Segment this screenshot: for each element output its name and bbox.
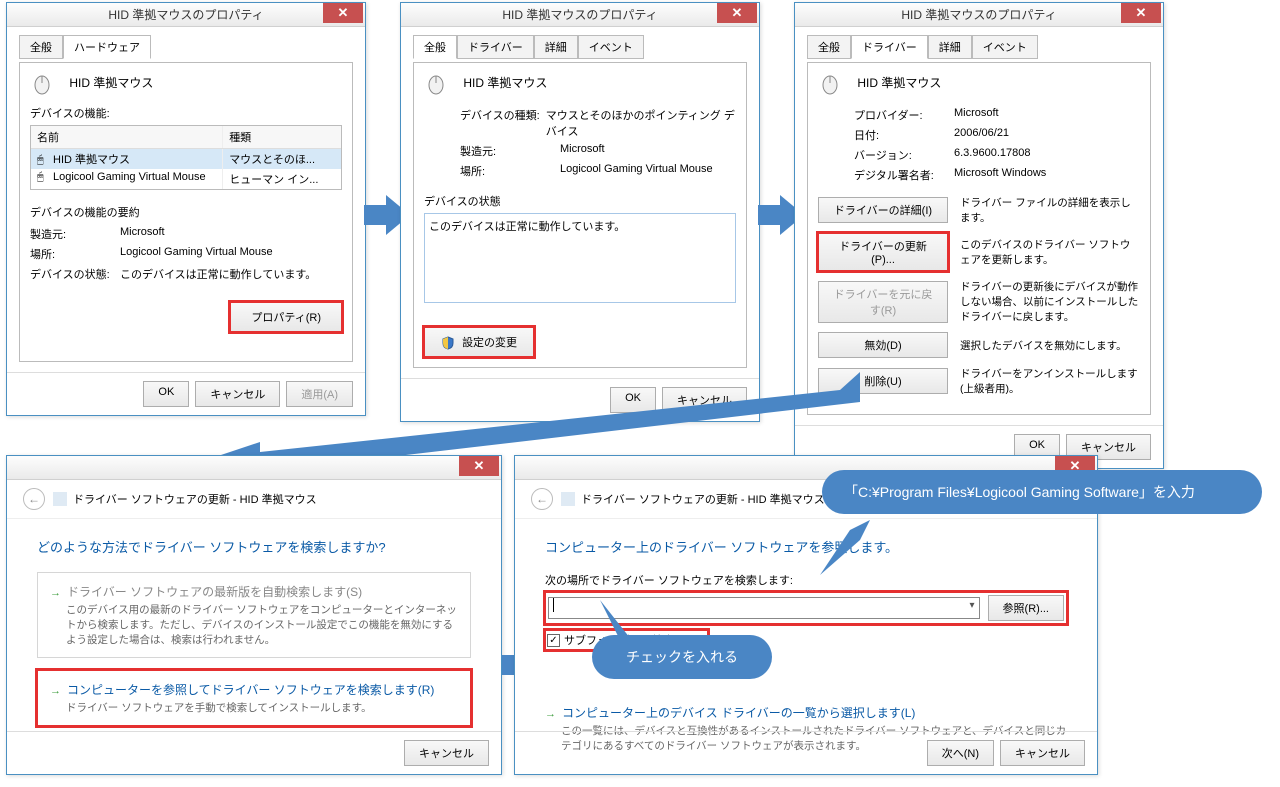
driver-rollback-button: ドライバーを元に戻す(R)	[818, 281, 948, 323]
wizard-question: どのような方法でドライバー ソフトウェアを検索しますか?	[37, 537, 471, 556]
callout-path-input: 「C:¥Program Files¥Logicool Gaming Softwa…	[822, 470, 1262, 514]
mouse-icon	[818, 73, 846, 95]
col-header-type[interactable]: 種類	[223, 126, 341, 148]
device-small-icon: 🖱	[37, 171, 51, 183]
tab-general[interactable]: 全般	[19, 35, 63, 59]
tab-driver[interactable]: ドライバー	[851, 35, 928, 59]
wizard-header: ドライバー ソフトウェアの更新 - HID 準拠マウス	[73, 491, 317, 507]
shield-icon	[441, 336, 455, 350]
device-name: HID 準拠マウス	[69, 76, 153, 90]
properties-window-1: HID 準拠マウスのプロパティ 全般 ハードウェア HID 準拠マウス デバイス…	[6, 2, 366, 416]
mouse-small-icon: 🖱	[37, 154, 51, 166]
mouse-icon	[424, 73, 452, 95]
device-functions-label: デバイスの機能:	[30, 105, 342, 121]
tab-general[interactable]: 全般	[413, 35, 457, 59]
driver-update-wizard-1: ドライバー ソフトウェアの更新 - HID 準拠マウス どのような方法でドライバ…	[6, 455, 502, 775]
option-browse-computer[interactable]: →コンピューターを参照してドライバー ソフトウェアを検索します(R) ドライバー…	[37, 670, 471, 726]
driver-update-button[interactable]: ドライバーの更新(P)...	[818, 233, 948, 271]
wizard-heading: コンピューター上のドライバー ソフトウェアを参照します。	[545, 537, 1067, 556]
close-icon[interactable]	[323, 3, 363, 23]
tab-events[interactable]: イベント	[578, 35, 644, 59]
ok-button[interactable]: OK	[143, 381, 189, 407]
tab-details[interactable]: 詳細	[928, 35, 972, 59]
table-row[interactable]: 🖱Logicool Gaming Virtual Mouse ヒューマン イン.…	[31, 169, 341, 189]
wizard-icon	[561, 492, 575, 506]
callout-tail	[600, 600, 640, 643]
cancel-button[interactable]: キャンセル	[1000, 740, 1085, 766]
arrow-right-icon: →	[50, 685, 61, 697]
change-settings-button[interactable]: 設定の変更	[424, 327, 534, 357]
wizard-icon	[53, 492, 67, 506]
arrow-right-icon: →	[545, 708, 556, 720]
titlebar	[7, 456, 501, 480]
close-icon[interactable]	[717, 3, 757, 23]
window-title: HID 準拠マウスのプロパティ	[7, 6, 365, 23]
tab-driver[interactable]: ドライバー	[457, 35, 534, 59]
driver-disable-button[interactable]: 無効(D)	[818, 332, 948, 358]
back-button[interactable]	[531, 488, 553, 510]
checkbox-icon: ✓	[547, 634, 560, 647]
titlebar: HID 準拠マウスのプロパティ	[795, 3, 1163, 27]
titlebar: HID 準拠マウスのプロパティ	[401, 3, 759, 27]
device-name: HID 準拠マウス	[463, 76, 547, 90]
next-button[interactable]: 次へ(N)	[927, 740, 994, 766]
window-title: HID 準拠マウスのプロパティ	[795, 6, 1163, 23]
mouse-icon	[30, 73, 58, 95]
tab-details[interactable]: 詳細	[534, 35, 578, 59]
properties-button[interactable]: プロパティ(R)	[230, 302, 342, 332]
table-row[interactable]: 🖱HID 準拠マウス マウスとそのほ...	[31, 149, 341, 169]
close-icon[interactable]	[1121, 3, 1161, 23]
col-header-name[interactable]: 名前	[31, 126, 223, 148]
properties-window-2: HID 準拠マウスのプロパティ 全般 ドライバー 詳細 イベント HID 準拠マ…	[400, 2, 760, 422]
wizard-header: ドライバー ソフトウェアの更新 - HID 準拠マウス	[581, 491, 825, 507]
device-list: 名前 種類 🖱HID 準拠マウス マウスとそのほ... 🖱Logicool Ga…	[30, 125, 342, 190]
option-auto-search[interactable]: →ドライバー ソフトウェアの最新版を自動検索します(S) このデバイス用の最新の…	[37, 572, 471, 658]
search-location-label: 次の場所でドライバー ソフトウェアを検索します:	[545, 572, 1067, 588]
tab-events[interactable]: イベント	[972, 35, 1038, 59]
cancel-button[interactable]: キャンセル	[404, 740, 489, 766]
browse-button[interactable]: 参照(R)...	[988, 595, 1064, 621]
arrow-right-icon: →	[50, 587, 61, 599]
summary-label: デバイスの機能の要約	[30, 204, 342, 220]
back-button[interactable]	[23, 488, 45, 510]
driver-details-button[interactable]: ドライバーの詳細(I)	[818, 197, 948, 223]
window-title: HID 準拠マウスのプロパティ	[401, 6, 759, 23]
titlebar: HID 準拠マウスのプロパティ	[7, 3, 365, 27]
device-name: HID 準拠マウス	[857, 76, 941, 90]
tab-general[interactable]: 全般	[807, 35, 851, 59]
status-group-label: デバイスの状態	[424, 193, 736, 209]
tab-hardware[interactable]: ハードウェア	[63, 35, 151, 59]
status-textarea[interactable]: このデバイスは正常に動作しています。	[424, 213, 736, 303]
close-icon[interactable]	[459, 456, 499, 476]
callout-tail	[820, 520, 870, 578]
